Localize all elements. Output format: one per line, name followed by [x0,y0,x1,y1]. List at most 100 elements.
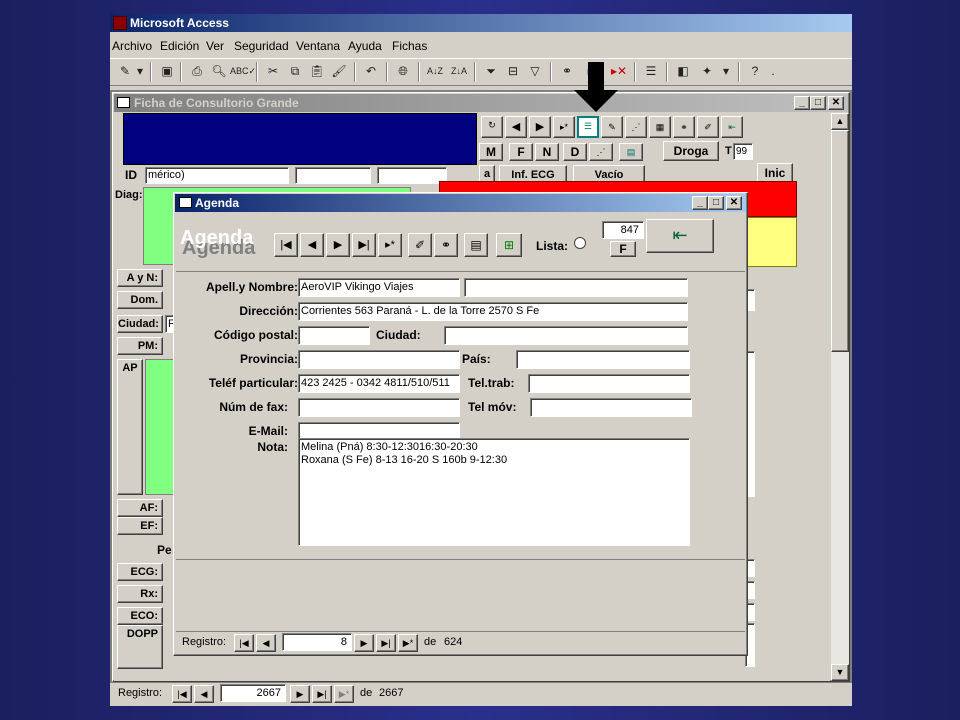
agenda-last-record-button[interactable]: ▶| [376,634,396,652]
id-field-2[interactable] [295,167,371,184]
agenda-new-record-button[interactable]: ▶* [398,634,418,652]
ficha-scrollbar[interactable]: ▲ ▼ [831,113,849,681]
agenda-first-icon[interactable]: |◀ [274,233,298,257]
design-view-icon[interactable]: ✎ [114,61,136,83]
chart-small-icon[interactable]: ⋰ [589,143,613,161]
copy-icon[interactable]: ⧉ [284,61,306,83]
toolbar-options-icon[interactable]: . [766,61,780,83]
droga-button[interactable]: Droga [663,141,719,161]
print-preview-icon[interactable]: 🔍︎ [208,61,230,83]
field-name[interactable]: AeroVIP Vikingo Viajes [298,278,460,297]
lista-radio[interactable] [574,237,586,249]
dropdown-arrow-icon[interactable]: ▾ [720,61,732,83]
menu-fichas[interactable]: Fichas [392,36,427,56]
button-n[interactable]: N [535,143,559,161]
refresh-icon[interactable]: ↻ [481,116,503,138]
sort-ascending-icon[interactable]: A↓Z [424,61,446,83]
dropdown-arrow-icon[interactable]: ▾ [134,61,146,83]
ap-green-field[interactable] [145,359,175,495]
agenda-close-button[interactable]: ✕ [726,196,742,210]
button-f[interactable]: F [509,143,533,161]
minimize-button[interactable]: _ [794,96,810,110]
print-icon[interactable]: ⎙ [186,61,208,83]
agenda-maximize-button[interactable]: □ [708,196,724,210]
sort-descending-icon[interactable]: Z↓A [448,61,470,83]
next-record-icon[interactable]: ▶ [529,116,551,138]
new-object-icon[interactable]: ✦ [696,61,718,83]
menu-ver[interactable]: Ver [206,36,224,56]
agenda-add-icon[interactable]: ⊞ [496,233,522,257]
scroll-up-button[interactable]: ▲ [831,113,849,130]
filter-by-form-icon[interactable]: ⊟ [502,61,524,83]
chart-icon[interactable]: ⋰ [625,116,647,138]
field-mobile[interactable] [530,398,692,417]
field-fax[interactable] [298,398,460,417]
field-country[interactable] [516,350,690,369]
field-note[interactable]: Melina (Pná) 8:30-12:3016:30-20:30 Roxan… [298,438,690,546]
field-province[interactable] [298,350,460,369]
menu-seguridad[interactable]: Seguridad [234,36,289,56]
agenda-list-icon[interactable]: ▤ [464,233,488,257]
filter-by-selection-icon[interactable]: ⏷ [480,61,502,83]
scroll-thumb[interactable] [831,130,849,352]
format-painter-icon[interactable]: 🖌︎ [328,61,350,83]
main-prev-record-button[interactable]: ◀ [194,685,214,703]
t-field[interactable]: 99 [733,143,753,160]
main-new-record-button[interactable]: ▶* [334,685,354,703]
field-phone[interactable]: 423 2425 - 0342 4811/510/511 [298,374,460,393]
menu-archivo[interactable]: Archivo [112,36,152,56]
paste-icon[interactable]: 📋︎ [306,61,328,83]
menu-edicion[interactable]: Edición [160,36,199,56]
undo-icon[interactable]: ↶ [360,61,382,83]
spell-check-icon[interactable]: ABC✓ [230,61,256,83]
close-button[interactable]: ✕ [828,96,844,110]
agenda-prev-record-button[interactable]: ◀ [256,634,276,652]
apply-filter-icon[interactable]: ▽ [524,61,546,83]
agenda-find-icon[interactable]: ⚭ [434,233,458,257]
scroll-down-button[interactable]: ▼ [831,664,849,681]
binoculars-icon[interactable]: ⚭ [673,116,695,138]
field-work-phone[interactable] [528,374,690,393]
calendar-icon[interactable]: ▦ [649,116,671,138]
save-icon[interactable]: ▣ [156,61,178,83]
hyperlink-icon[interactable]: 🌐︎ [392,61,414,83]
edit-icon[interactable]: ✐ [697,116,719,138]
field-city[interactable] [444,326,688,345]
menu-ventana[interactable]: Ventana [296,36,340,56]
maximize-button[interactable]: □ [810,96,826,110]
help-icon[interactable]: ? [744,61,766,83]
prev-record-icon[interactable]: ◀ [505,116,527,138]
field-address[interactable]: Corrientes 563 Paraná - L. de la Torre 2… [298,302,688,321]
agenda-next-record-button[interactable]: ▶ [354,634,374,652]
exit-door-icon[interactable]: ⇤ [721,116,743,138]
f-button[interactable]: F [610,241,636,257]
agenda-prev-icon[interactable]: ◀ [300,233,324,257]
id-field-3[interactable] [377,167,447,184]
button-d[interactable]: D [563,143,587,161]
id-field[interactable]: mérico) [145,167,289,184]
main-next-record-button[interactable]: ▶ [290,685,310,703]
agenda-exit-icon[interactable]: ⇤ [646,219,714,253]
agenda-open-icon[interactable]: ☰ [577,116,599,138]
properties-icon[interactable]: ☰ [640,61,662,83]
menu-ayuda[interactable]: Ayuda [348,36,382,56]
table-small-icon[interactable]: ▤ [619,143,643,161]
agenda-last-icon[interactable]: ▶| [352,233,376,257]
agenda-new-icon[interactable]: ▸* [378,233,402,257]
report-icon[interactable]: ✎ [601,116,623,138]
inic-button[interactable]: Inic [757,163,793,183]
count-field[interactable]: 847 [602,221,644,239]
main-record-field[interactable]: 2667 [220,684,286,702]
agenda-next-icon[interactable]: ▶ [326,233,350,257]
field-postal[interactable] [298,326,370,345]
main-last-record-button[interactable]: ▶| [312,685,332,703]
main-first-record-button[interactable]: |◀ [172,685,192,703]
button-m[interactable]: M [479,143,503,161]
agenda-edit-icon[interactable]: ✐ [408,233,432,257]
database-window-icon[interactable]: ◧ [672,61,694,83]
cut-icon[interactable]: ✂ [262,61,284,83]
field-name2[interactable] [464,278,688,297]
agenda-minimize-button[interactable]: _ [692,196,708,210]
agenda-first-record-button[interactable]: |◀ [234,634,254,652]
new-record-icon[interactable]: ▸* [553,116,575,138]
